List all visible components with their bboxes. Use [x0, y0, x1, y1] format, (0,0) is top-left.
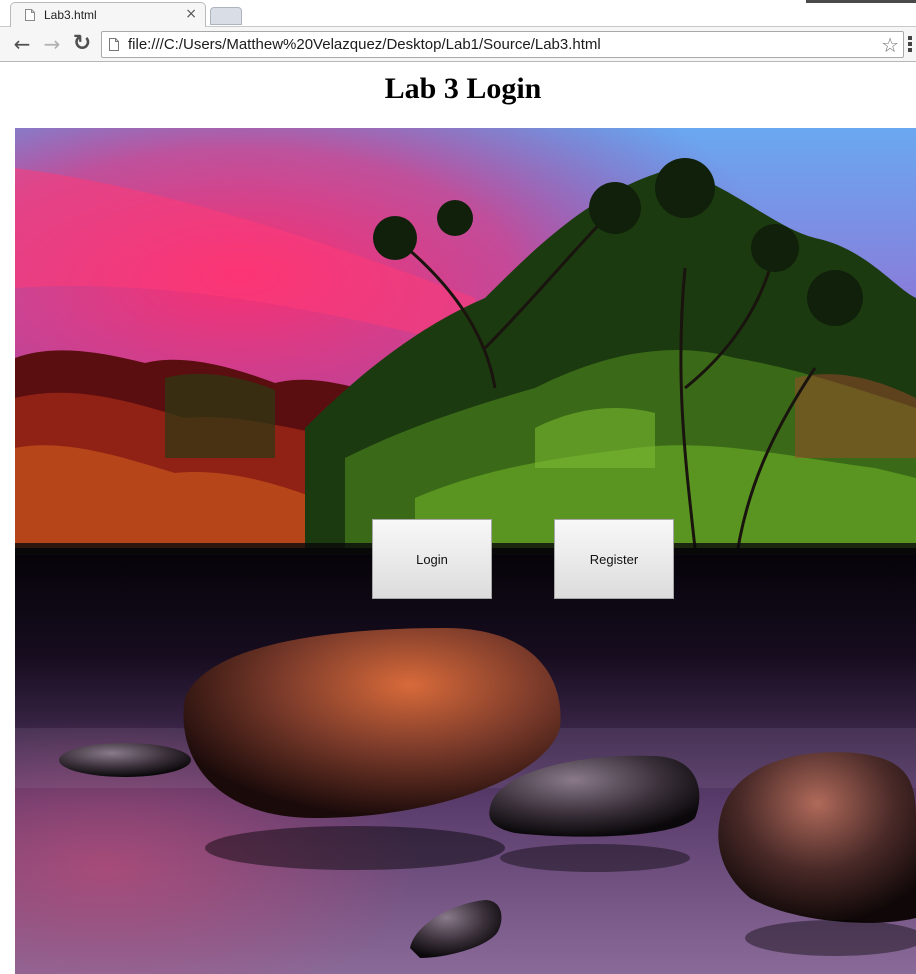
address-bar[interactable]: file:///C:/Users/Matthew%20Velazquez/Des…	[101, 31, 904, 58]
forward-arrow-icon[interactable]: →	[39, 32, 65, 56]
reload-icon[interactable]: ↻	[69, 32, 95, 56]
register-button[interactable]: Register	[554, 519, 674, 599]
page-content: Lab 3 Login Login Register	[0, 62, 916, 974]
file-icon	[109, 38, 119, 51]
login-button[interactable]: Login	[372, 519, 492, 599]
browser-menu-icon[interactable]	[908, 36, 914, 52]
new-tab-button[interactable]	[210, 7, 242, 25]
browser-toolbar: ← → ↻ file:///C:/Users/Matthew%20Velazqu…	[0, 27, 916, 62]
tab-lab3[interactable]: Lab3.html ×	[10, 2, 206, 27]
close-tab-icon[interactable]: ×	[185, 6, 197, 22]
bookmark-star-icon[interactable]: ☆	[881, 33, 899, 57]
page-icon	[25, 9, 35, 21]
back-arrow-icon[interactable]: ←	[9, 32, 35, 56]
page-title: Lab 3 Login	[384, 72, 542, 105]
tab-title: Lab3.html	[44, 8, 97, 22]
url-text[interactable]: file:///C:/Users/Matthew%20Velazquez/Des…	[128, 36, 601, 53]
tab-strip: Lab3.html ×	[0, 0, 916, 27]
window-frame-edge	[806, 0, 916, 3]
